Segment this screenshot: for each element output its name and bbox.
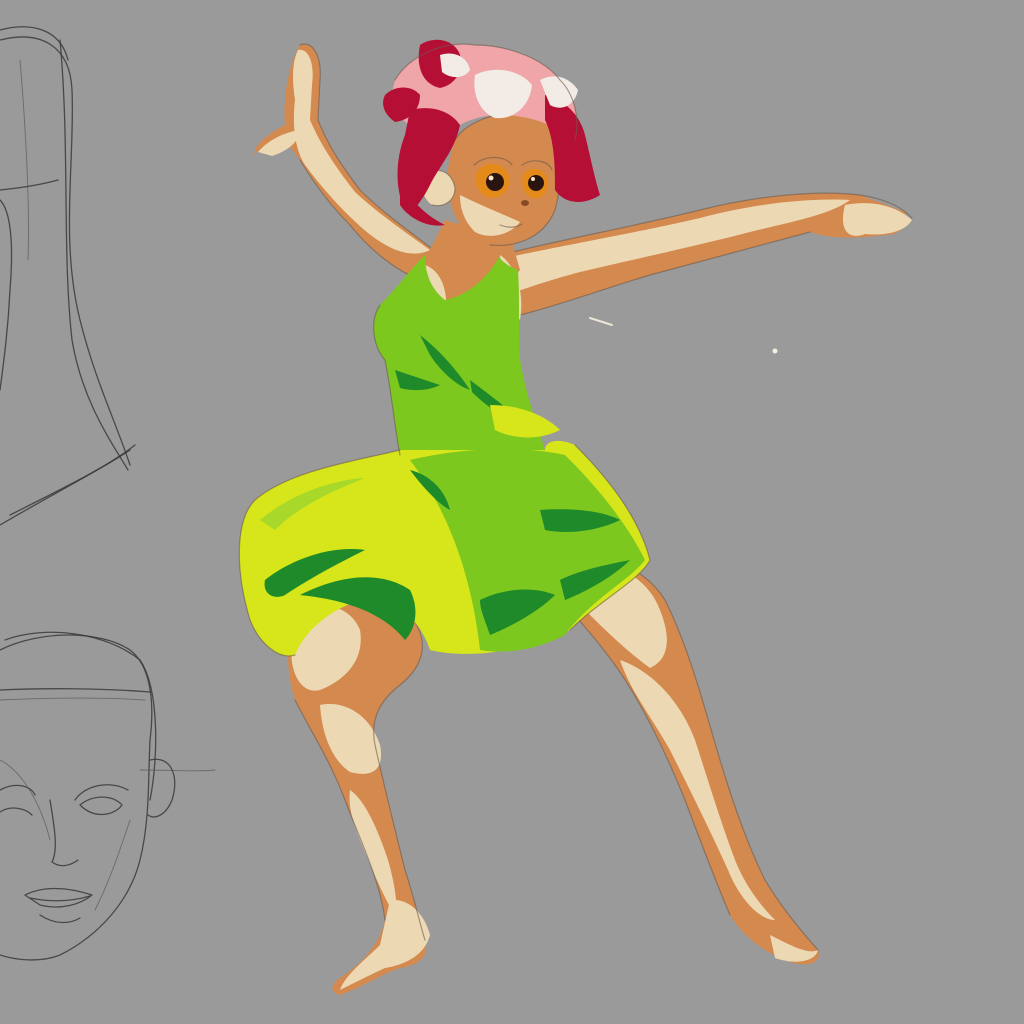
dancing-character <box>238 39 913 995</box>
right-arm <box>499 192 913 316</box>
right-leg <box>544 555 819 965</box>
face-sketch <box>0 631 216 961</box>
paint-dot <box>772 348 778 354</box>
artwork-svg <box>0 26 913 995</box>
left-leg <box>288 587 430 995</box>
head-outline-sketch <box>0 26 136 526</box>
brush-stroke <box>589 317 613 326</box>
green-dress <box>238 255 651 657</box>
drawing-canvas <box>0 0 1024 1024</box>
